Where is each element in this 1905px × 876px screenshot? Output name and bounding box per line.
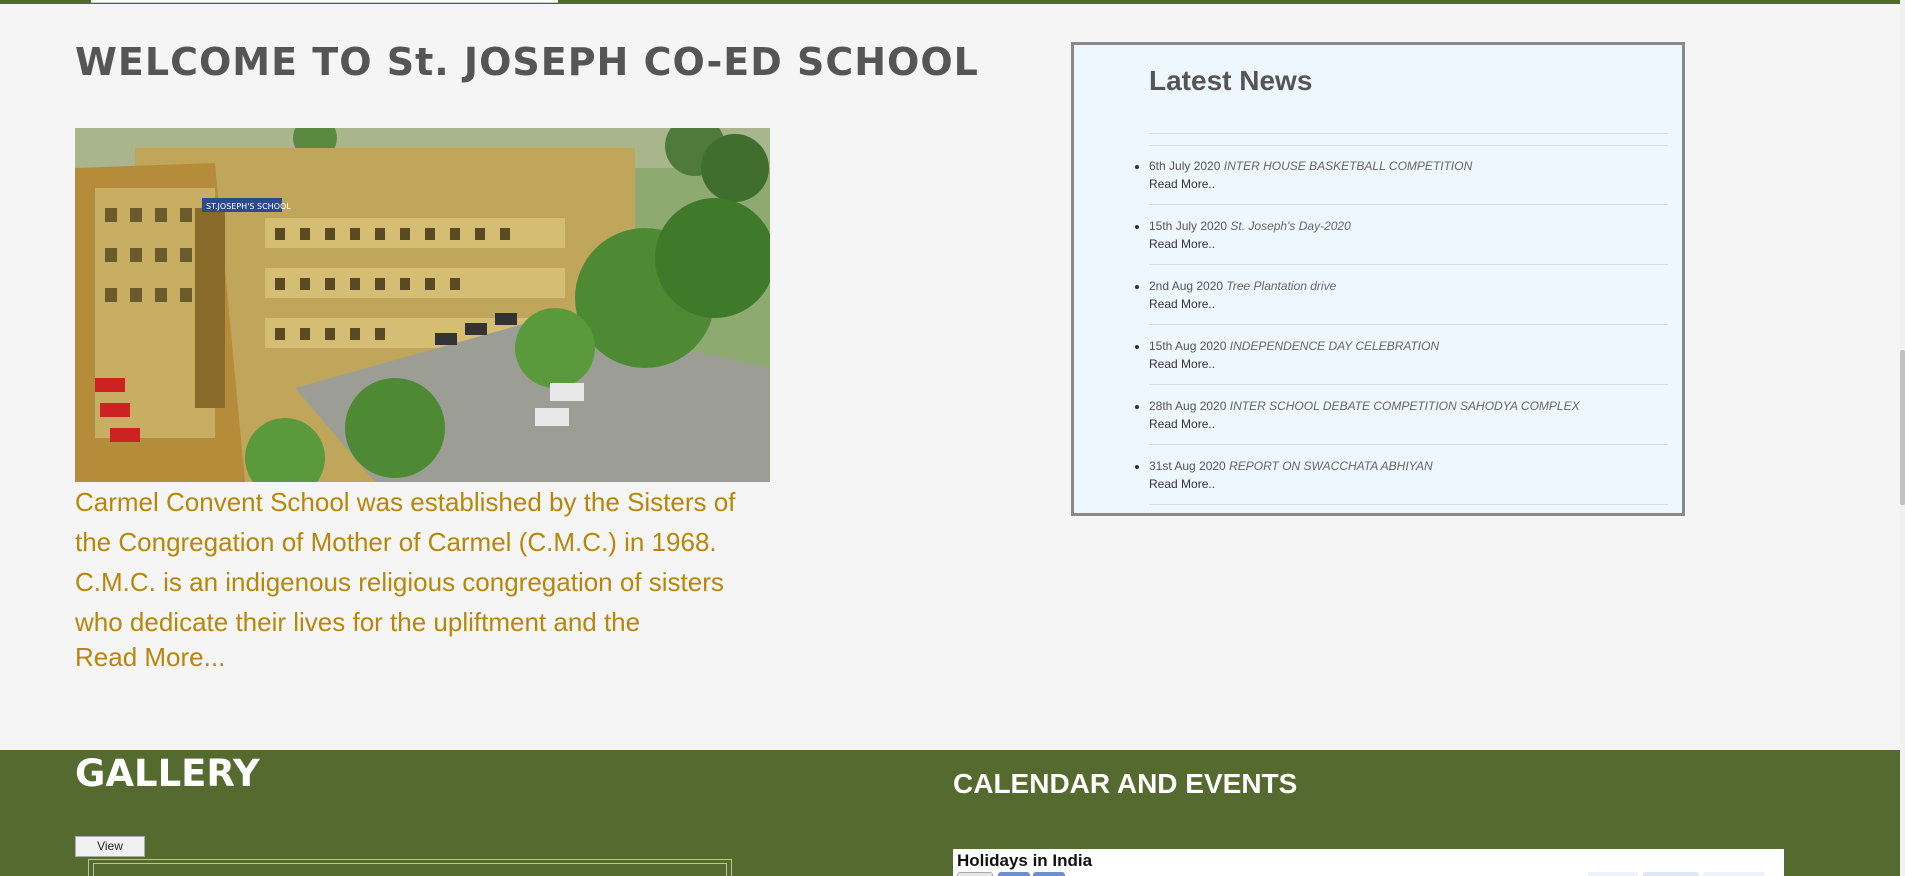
news-item: 31st Aug 2020 REPORT ON SWACCHATA ABHIYA…	[1135, 445, 1668, 505]
news-date: 2nd Aug 2020	[1149, 279, 1224, 293]
top-nav-tab[interactable]	[91, 0, 558, 3]
news-read-more-link[interactable]: Read More..	[1149, 237, 1668, 251]
latest-news-panel: Latest News 6th July 2020 INTER HOUSE BA…	[1071, 42, 1685, 516]
page-scrollbar[interactable]	[1900, 0, 1905, 876]
welcome-line: C.M.C. is an indigenous religious congre…	[75, 567, 724, 597]
news-read-more-link[interactable]: Read More..	[1149, 177, 1668, 191]
gallery-title: GALLERY	[75, 752, 260, 795]
calendar-widget: Holidays in India	[953, 849, 1784, 876]
news-name: INDEPENDENCE DAY CELEBRATION	[1229, 339, 1440, 353]
news-read-more-link[interactable]: Read More..	[1149, 477, 1668, 491]
calendar-week-tab[interactable]	[1588, 872, 1638, 876]
news-item: 28th Aug 2020 INTER SCHOOL DEBATE COMPET…	[1135, 385, 1668, 445]
gallery-view-button[interactable]: View	[75, 836, 145, 857]
news-name: Tree Plantation drive	[1226, 279, 1337, 293]
news-name: INTER SCHOOL DEBATE COMPETITION SAHODYA …	[1229, 399, 1580, 413]
news-list: 6th July 2020 INTER HOUSE BASKETBALL COM…	[1135, 145, 1668, 505]
school-building-photo: ST.JOSEPH'S SCHOOL	[75, 128, 770, 482]
news-read-more-link[interactable]: Read More..	[1149, 357, 1668, 371]
welcome-line: the Congregation of Mother of Carmel (C.…	[75, 527, 717, 557]
news-date: 28th Aug 2020	[1149, 399, 1227, 413]
welcome-line: who dedicate their lives for the upliftm…	[75, 607, 641, 637]
news-item: 15th Aug 2020 INDEPENDENCE DAY CELEBRATI…	[1135, 325, 1668, 385]
news-date: 15th Aug 2020	[1149, 339, 1227, 353]
news-title: Latest News	[1149, 65, 1313, 96]
news-name: REPORT ON SWACCHATA ABHIYAN	[1229, 459, 1433, 473]
news-name: St. Joseph's Day-2020	[1230, 219, 1351, 233]
news-name: INTER HOUSE BASKETBALL COMPETITION	[1223, 159, 1473, 173]
calendar-prev-button[interactable]	[998, 872, 1030, 876]
news-date: 31st Aug 2020	[1149, 459, 1226, 473]
gallery-frame	[88, 859, 732, 876]
calendar-month-tab[interactable]	[1643, 872, 1699, 876]
news-date: 15th July 2020	[1149, 219, 1228, 233]
news-item: 15th July 2020 St. Joseph's Day-2020 Rea…	[1135, 205, 1668, 265]
school-sign-text: ST.JOSEPH'S SCHOOL	[206, 202, 291, 211]
news-date: 6th July 2020	[1149, 159, 1221, 173]
calendar-agenda-tab[interactable]	[1703, 872, 1765, 876]
gallery-frame-inner	[93, 863, 727, 876]
welcome-read-more-link[interactable]: Read More...	[75, 642, 225, 673]
news-divider	[1149, 133, 1668, 134]
welcome-line: Carmel Convent School was established by…	[75, 487, 736, 517]
calendar-today-button[interactable]	[957, 872, 993, 876]
news-read-more-link[interactable]: Read More..	[1149, 297, 1668, 311]
scrollbar-thumb[interactable]	[1900, 350, 1905, 505]
news-item: 6th July 2020 INTER HOUSE BASKETBALL COM…	[1135, 145, 1668, 205]
calendar-widget-name: Holidays in India	[957, 851, 1093, 870]
news-read-more-link[interactable]: Read More..	[1149, 417, 1668, 431]
welcome-title: WELCOME TO St. JOSEPH CO-ED SCHOOL	[75, 40, 979, 84]
news-item: 2nd Aug 2020 Tree Plantation drive Read …	[1135, 265, 1668, 325]
welcome-paragraph: Carmel Convent School was established by…	[75, 482, 770, 642]
calendar-next-button[interactable]	[1033, 872, 1065, 876]
calendar-title: CALENDAR AND EVENTS	[953, 768, 1298, 799]
